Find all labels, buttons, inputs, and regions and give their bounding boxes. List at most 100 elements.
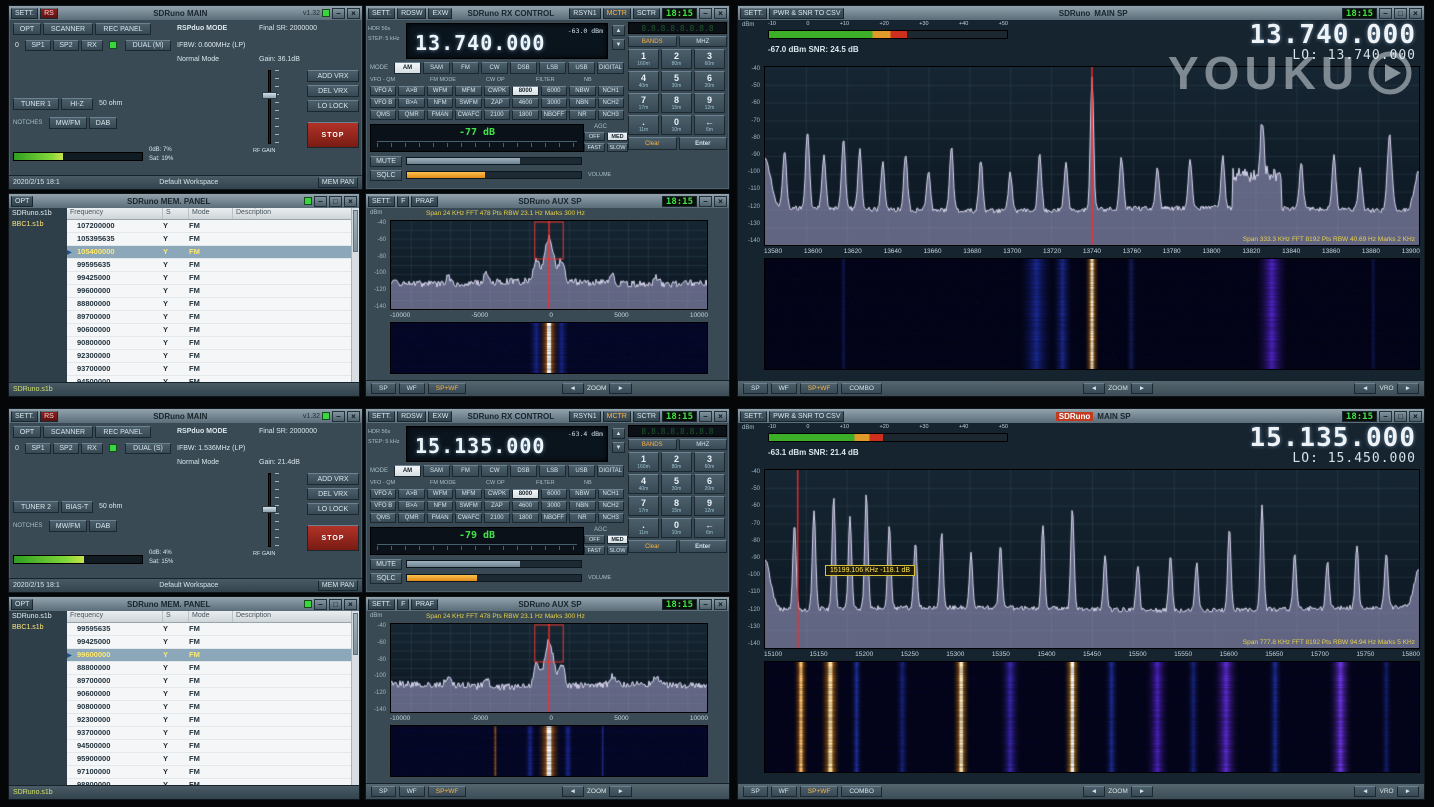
minimize-button[interactable]: – (1379, 8, 1392, 19)
rec-panel-button[interactable]: REC PANEL (95, 23, 151, 35)
control-button[interactable]: NCH1 (598, 86, 624, 96)
sqlc-button[interactable]: SQLC (370, 573, 402, 584)
control-button[interactable]: A>B (398, 489, 424, 499)
aux-spectrum-canvas[interactable] (391, 221, 707, 309)
mem-pan-button[interactable]: MEM PAN (318, 177, 358, 188)
enter-button[interactable]: Enter (679, 540, 728, 553)
tuner-button[interactable]: TUNER 1 (13, 98, 59, 110)
exw-button[interactable]: EXW (428, 411, 452, 422)
control-button[interactable]: WFM (427, 489, 453, 499)
control-button[interactable]: NBW (569, 489, 595, 499)
control-button[interactable]: VFO B (370, 98, 396, 108)
control-button[interactable]: SWFM (455, 98, 481, 108)
control-button[interactable]: NBN (569, 501, 595, 511)
bands-button[interactable]: BANDS (628, 439, 677, 450)
settings-button[interactable]: SETT. (368, 196, 395, 207)
mode-button[interactable]: LSB (539, 62, 566, 74)
column-header[interactable]: S (163, 611, 189, 622)
control-button[interactable]: 1800 (512, 110, 538, 120)
step-up-button[interactable]: ▲ (612, 25, 625, 36)
sp-button[interactable]: SP (371, 383, 396, 394)
combo-button[interactable]: COMBO (841, 786, 882, 797)
control-button[interactable]: QMS (370, 513, 396, 523)
tuner-button[interactable]: TUNER 2 (13, 501, 59, 513)
maximize-button[interactable]: □ (329, 196, 342, 207)
sp-button[interactable]: SP (371, 786, 396, 797)
pwr-snr-csv-button[interactable]: PWR & SNR TO CSV (769, 8, 844, 19)
minimize-button[interactable]: – (314, 196, 327, 207)
control-button[interactable]: VFO A (370, 489, 396, 499)
scanner-button[interactable]: SCANNER (43, 426, 93, 438)
rdsw-button[interactable]: RDSW (397, 411, 426, 422)
record-button[interactable]: RS (40, 411, 58, 422)
scrollbar[interactable] (351, 611, 359, 785)
stop-button[interactable]: STOP (307, 525, 359, 551)
settings-button[interactable]: SETT. (11, 411, 38, 422)
column-header[interactable]: S (163, 208, 189, 219)
minimize-button[interactable]: – (699, 599, 712, 610)
control-button[interactable]: FMAN (427, 110, 453, 120)
zoom-in-button[interactable]: ► (1131, 383, 1153, 394)
main-titlebar[interactable]: SETT. RS SDRuno MAIN v1.32 – × (9, 6, 362, 20)
stop-button[interactable]: STOP (307, 122, 359, 148)
zoom-in-button[interactable]: ► (609, 786, 631, 797)
sp-button[interactable]: SP (743, 383, 768, 394)
memory-row[interactable]: 105400000 Y FM (67, 246, 351, 259)
column-header[interactable]: Description (233, 611, 359, 622)
memory-file-item[interactable]: SDRuno.s1b (9, 208, 67, 219)
column-header[interactable]: Frequency (67, 208, 163, 219)
close-button[interactable]: × (714, 411, 727, 422)
control-button[interactable]: B>A (398, 98, 424, 108)
memory-file-item[interactable]: SDRuno.s1b (9, 611, 67, 622)
control-button[interactable]: 2100 (484, 513, 510, 523)
keypad-key[interactable]: . 11m (628, 518, 659, 538)
minimize-button[interactable]: – (314, 599, 327, 610)
control-button[interactable]: CWAFC (455, 513, 481, 523)
antenna-port-button[interactable]: HI-Z (61, 98, 93, 110)
memory-row[interactable]: 99600000 Y FM (67, 649, 351, 662)
sp1-button[interactable]: SP1 (25, 443, 51, 454)
aux-sp-titlebar[interactable]: SETT. F PRAF SDRuno AUX SP 18:15 – × (366, 194, 729, 208)
control-button[interactable]: 4600 (512, 501, 538, 511)
aux-waterfall-canvas[interactable] (391, 323, 707, 373)
mode-button[interactable]: CW (481, 62, 508, 74)
memory-row[interactable]: 90600000 Y FM (67, 324, 351, 337)
scrollbar[interactable] (351, 208, 359, 382)
control-button[interactable]: NCH3 (598, 110, 624, 120)
keypad-key[interactable]: 5 30m (661, 71, 692, 91)
lo-lock-button[interactable]: LO LOCK (307, 503, 359, 515)
control-button[interactable]: 8000 (512, 489, 538, 499)
control-button[interactable]: SWFM (455, 501, 481, 511)
settings-button[interactable]: SETT. (740, 411, 767, 422)
freeze-button[interactable]: F (397, 599, 409, 610)
aux-spectrum-canvas[interactable] (391, 624, 707, 712)
settings-button[interactable]: SETT. (368, 8, 395, 19)
maximize-button[interactable]: □ (1394, 8, 1407, 19)
step-down-button[interactable]: ▼ (612, 39, 625, 50)
control-button[interactable]: ZAP (484, 98, 510, 108)
opt-button[interactable]: OPT (11, 599, 33, 610)
control-button[interactable]: 1800 (512, 513, 538, 523)
close-button[interactable]: × (344, 196, 357, 207)
maximize-button[interactable]: □ (329, 599, 342, 610)
keypad-key[interactable]: 2 80m (661, 49, 692, 69)
vro-right-button[interactable]: ► (1397, 786, 1419, 797)
control-button[interactable]: 3000 (541, 501, 567, 511)
keypad-key[interactable]: 1 160m (628, 49, 659, 69)
main-spectrum[interactable]: Span 333.3 KHz FFT 8192 Pts RBW 40.69 Hz… (764, 66, 1420, 246)
control-button[interactable]: NBW (569, 86, 595, 96)
keypad-key[interactable]: ← 6m (694, 115, 725, 135)
sp-wf-button[interactable]: SP+WF (428, 383, 467, 394)
zoom-out-button[interactable]: ◄ (562, 786, 584, 797)
memory-row[interactable]: 99595635 Y FM (67, 259, 351, 272)
rf-gain-thumb[interactable] (262, 92, 277, 99)
opt-button[interactable]: OPT (13, 426, 41, 438)
memory-row[interactable]: 90800000 Y FM (67, 701, 351, 714)
control-button[interactable]: A>B (398, 86, 424, 96)
main-waterfall[interactable] (764, 661, 1420, 773)
lo-lock-button[interactable]: LO LOCK (307, 100, 359, 112)
control-button[interactable]: NCH2 (598, 501, 624, 511)
memory-titlebar[interactable]: OPT SDRuno MEM. PANEL – □ × (9, 597, 359, 611)
control-button[interactable]: NCH1 (598, 489, 624, 499)
keypad-key[interactable]: 4 40m (628, 71, 659, 91)
